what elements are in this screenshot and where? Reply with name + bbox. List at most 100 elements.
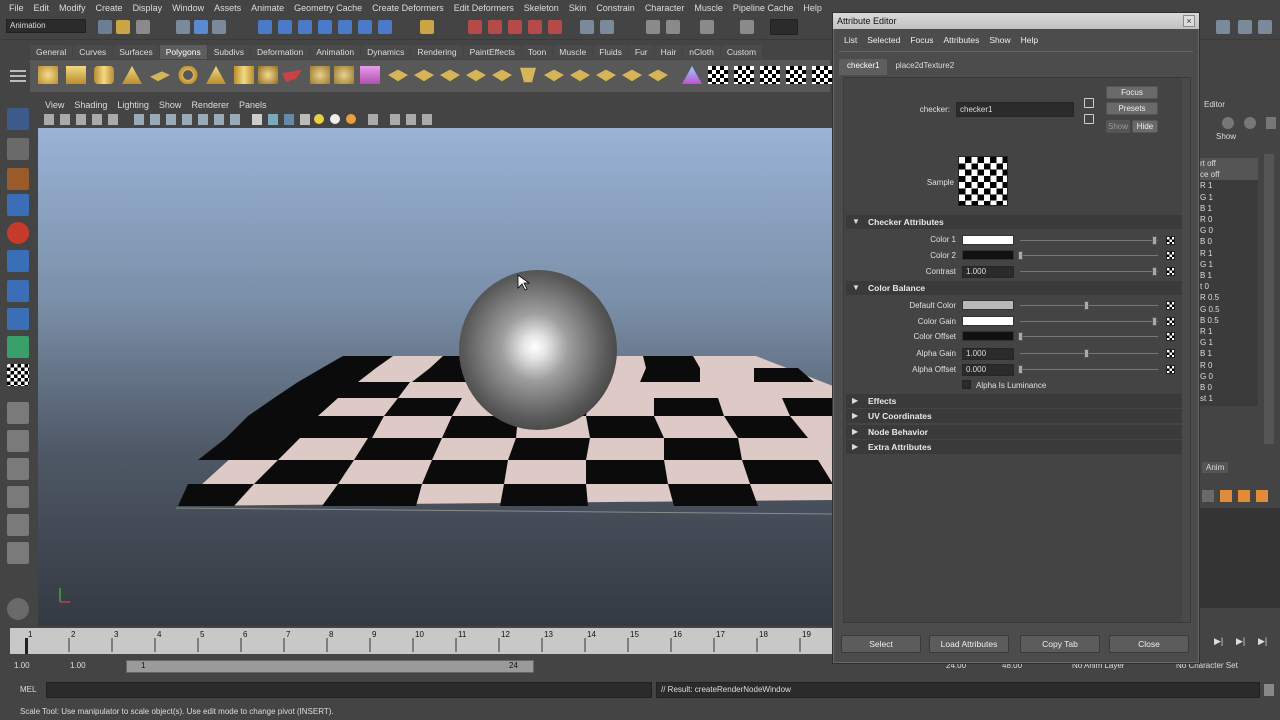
viewport-menu-lighting[interactable]: Lighting (112, 100, 154, 110)
channel-box-show-menu[interactable]: Show (1216, 132, 1236, 141)
alpha-gain-field[interactable]: 1.000 (962, 348, 1014, 360)
color2-map-icon[interactable] (1166, 251, 1175, 260)
alpha-offset-map-icon[interactable] (1166, 365, 1175, 374)
poly-cone-icon[interactable] (122, 66, 142, 84)
smooth-icon[interactable] (334, 66, 354, 84)
grid-icon[interactable] (108, 114, 118, 125)
layer-editor-anim-tab[interactable]: Anim (1202, 462, 1229, 473)
color-gain-slider[interactable] (1020, 321, 1158, 322)
contrast-field[interactable]: 1.000 (962, 266, 1014, 278)
poly-soccer-ball-icon[interactable] (258, 66, 278, 84)
shelf-tab-rendering[interactable]: Rendering (411, 45, 463, 59)
menu-set-dropdown[interactable]: Animation (6, 19, 86, 33)
bridge-icon[interactable] (414, 69, 434, 82)
xyz-field-icon[interactable] (740, 20, 754, 34)
perspective-viewport[interactable] (38, 128, 833, 626)
channel-value[interactable]: rt off (1198, 158, 1258, 169)
shelf-tab-hair[interactable]: Hair (654, 45, 683, 59)
default-color-swatch[interactable] (962, 300, 1014, 310)
channel-value[interactable]: t 0 (1198, 281, 1258, 292)
bevel-icon[interactable] (570, 69, 590, 82)
shelf-tab-muscle[interactable]: Muscle (553, 45, 593, 59)
range-slider[interactable]: 1 24 (126, 660, 534, 673)
snap-view-plane-icon[interactable] (318, 20, 332, 34)
tool-settings-icon[interactable] (700, 20, 714, 34)
channel-value[interactable]: R 1 (1198, 248, 1258, 259)
poly-plane-icon[interactable] (150, 71, 170, 82)
image-plane-icon[interactable] (92, 114, 102, 125)
close-icon[interactable]: × (1183, 15, 1195, 27)
layer-up-icon[interactable] (1238, 490, 1250, 502)
camera-select-icon[interactable] (44, 114, 54, 125)
select-tool-icon[interactable] (7, 108, 29, 130)
shelf-tab-dynamics[interactable]: Dynamics (361, 45, 411, 59)
cylindrical-mapping-icon[interactable] (734, 66, 754, 84)
alpha-gain-map-icon[interactable] (1166, 349, 1175, 358)
channel-value[interactable]: R 0 (1198, 360, 1258, 371)
reduce-icon[interactable] (682, 66, 702, 84)
shelf-tab-fluids[interactable]: Fluids (593, 45, 628, 59)
soft-modification-icon[interactable] (7, 308, 29, 330)
command-input[interactable] (46, 682, 652, 698)
range-start-handle[interactable]: 1 (141, 661, 145, 670)
color1-slider[interactable] (1020, 240, 1158, 241)
playback-start-field[interactable]: 1.00 (70, 661, 86, 670)
render-settings-icon[interactable] (508, 20, 522, 34)
combine-icon[interactable] (282, 69, 302, 83)
use-default-light-icon[interactable] (314, 114, 324, 124)
viewport-menu-panels[interactable]: Panels (234, 100, 272, 110)
channel-value[interactable]: st 1 (1198, 393, 1258, 404)
channel-value[interactable]: B 0 (1198, 236, 1258, 247)
sidebar-toggle-icon[interactable] (646, 20, 660, 34)
snap-grid-icon[interactable] (258, 20, 272, 34)
new-layer-icon[interactable] (1202, 490, 1214, 502)
make-live-icon[interactable] (338, 20, 352, 34)
scale-tool-icon[interactable] (7, 250, 29, 272)
select-button[interactable]: Select (841, 635, 921, 653)
menu-skin[interactable]: Skin (564, 3, 592, 13)
node-name-field[interactable]: checker1 (956, 102, 1074, 117)
menu-window[interactable]: Window (167, 3, 209, 13)
menu-help[interactable]: Help (798, 3, 827, 13)
paint-select-tool-icon[interactable] (7, 168, 29, 190)
rotate-tool-icon[interactable] (7, 222, 29, 244)
shelf-tab-subdivs[interactable]: Subdivs (207, 45, 250, 59)
menu-modify[interactable]: Modify (54, 3, 91, 13)
four-view-layout-icon[interactable] (7, 430, 29, 452)
ae-menu-focus[interactable]: Focus (905, 35, 938, 45)
bookmark-icon[interactable] (76, 114, 86, 125)
close-button[interactable]: Close (1109, 635, 1189, 653)
color1-map-icon[interactable] (1166, 236, 1175, 245)
move-tool-icon[interactable] (7, 194, 29, 216)
extrude-icon[interactable] (388, 69, 408, 82)
channel-value[interactable]: R 0 (1198, 214, 1258, 225)
insert-edge-loop-icon[interactable] (492, 69, 512, 82)
wedge-icon[interactable] (622, 69, 642, 82)
render-frame-icon[interactable] (468, 20, 482, 34)
select-hierarchy-icon[interactable] (176, 20, 190, 34)
channel-value[interactable]: B 1 (1198, 270, 1258, 281)
poly-pipe-icon[interactable] (234, 66, 254, 84)
range-end-handle[interactable]: 24 (509, 661, 518, 670)
ipr-render-icon[interactable] (488, 20, 502, 34)
play-forward-icon[interactable]: ▶| (1214, 636, 1223, 647)
focus-button[interactable]: Focus (1106, 86, 1158, 99)
safe-title-icon[interactable] (214, 114, 224, 125)
snap-curve-icon[interactable] (278, 20, 292, 34)
ae-menu-selected[interactable]: Selected (862, 35, 905, 45)
layout-toggle-icon[interactable] (1216, 20, 1230, 34)
color1-slider-handle[interactable] (1152, 236, 1157, 245)
last-tool-icon[interactable] (7, 364, 29, 386)
color2-swatch[interactable] (962, 250, 1014, 260)
alpha-offset-slider-handle[interactable] (1018, 365, 1023, 374)
menu-assets[interactable]: Assets (209, 3, 246, 13)
section-node-behavior[interactable]: ▶ Node Behavior (846, 425, 1186, 439)
wireframe-icon[interactable] (252, 114, 262, 125)
append-polygon-icon[interactable] (440, 69, 460, 82)
ae-menu-help[interactable]: Help (1016, 35, 1043, 45)
menu-create[interactable]: Create (91, 3, 128, 13)
alpha-offset-slider[interactable] (1020, 369, 1158, 370)
input-line-icon[interactable] (580, 20, 594, 34)
menu-create-deformers[interactable]: Create Deformers (367, 3, 449, 13)
viewport-menu-view[interactable]: View (40, 100, 69, 110)
